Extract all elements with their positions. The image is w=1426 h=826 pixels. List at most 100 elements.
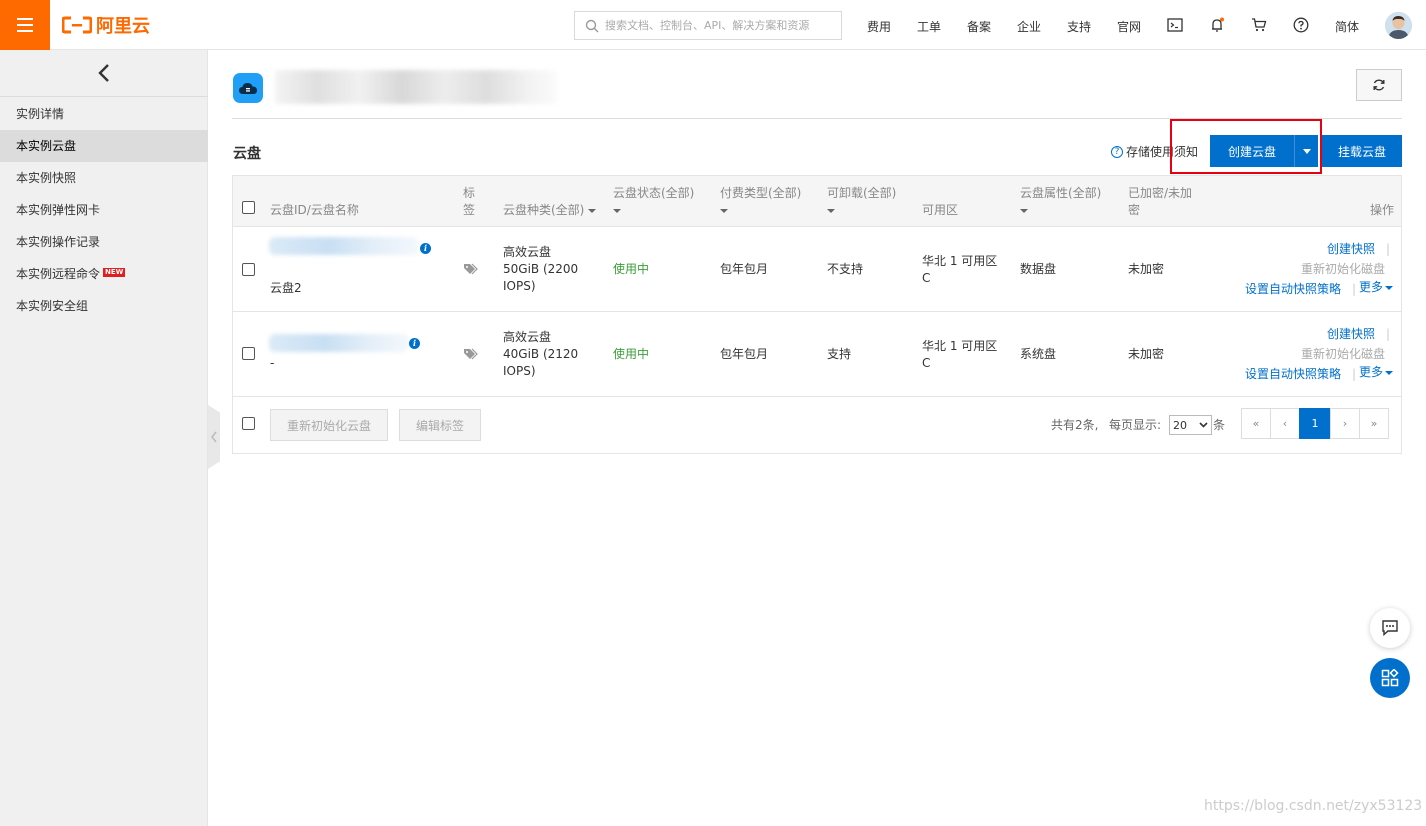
back-button[interactable] [0, 50, 208, 97]
sidebar-item-disks[interactable]: 本实例云盘 [0, 130, 208, 162]
watermark-text: https://blog.csdn.net/zyx53123 [1204, 798, 1423, 814]
question-icon: ? [1111, 145, 1123, 158]
help-icon[interactable] [1292, 16, 1310, 34]
first-page-button[interactable]: « [1241, 408, 1271, 439]
action-separator: | [1386, 327, 1391, 341]
th-disk-status[interactable]: 云盘状态(全部) [613, 185, 694, 219]
th-detachable-label: 可卸载(全部) [827, 186, 897, 200]
current-page-button[interactable]: 1 [1299, 408, 1331, 439]
disk-spec: 50GiB (2200 [503, 262, 579, 276]
chevron-left-icon [211, 431, 217, 443]
disk-id-redacted[interactable] [269, 237, 419, 255]
row-checkbox[interactable] [242, 347, 255, 360]
page-size-value: 20 [1173, 418, 1187, 432]
encryption-status: 未加密 [1128, 262, 1165, 276]
th-detachable[interactable]: 可卸载(全部) [827, 185, 896, 219]
sidebar-collapse-handle[interactable] [208, 405, 220, 469]
sidebar-item-instance-details[interactable]: 实例详情 [0, 98, 208, 130]
disk-id-redacted[interactable] [269, 334, 409, 352]
notification-bell-icon[interactable] [1208, 16, 1226, 34]
sidebar-item-operation-log[interactable]: 本实例操作记录 [0, 226, 208, 258]
nav-fees[interactable]: 费用 [867, 18, 891, 35]
nav-tickets[interactable]: 工单 [917, 18, 941, 35]
sidebar-item-label: 本实例快照 [16, 171, 77, 185]
select-all-checkbox[interactable] [242, 201, 255, 214]
sidebar-item-label: 本实例弹性网卡 [16, 203, 101, 217]
terminal-icon[interactable] [1166, 16, 1184, 34]
th-disk-type[interactable]: 云盘种类(全部) [503, 202, 597, 219]
billing-type: 包年包月 [720, 347, 769, 361]
tag-icon[interactable] [463, 263, 479, 275]
footer-select-all-checkbox[interactable] [242, 417, 255, 430]
zone-line1: 华北 1 可用区 [922, 254, 998, 268]
section-title: 云盘 [233, 146, 261, 162]
auto-snapshot-policy-link[interactable]: 设置自动快照策略 [1245, 366, 1341, 383]
page-size-select[interactable]: 20 [1169, 415, 1212, 435]
sidebar-item-label: 本实例操作记录 [16, 235, 101, 249]
chat-button[interactable] [1370, 608, 1410, 648]
create-snapshot-link[interactable]: 创建快照 [1327, 241, 1375, 258]
more-dropdown[interactable]: 更多 [1359, 279, 1394, 296]
sidebar-item-remote-command[interactable]: 本实例远程命令 NEW [0, 258, 208, 290]
refresh-button[interactable] [1356, 69, 1402, 101]
info-icon[interactable]: i [409, 338, 420, 349]
refresh-icon [1373, 79, 1385, 91]
page-size-unit: 条 [1213, 418, 1226, 432]
billing-type: 包年包月 [720, 262, 769, 276]
action-separator: | [1386, 242, 1391, 256]
sidebar-item-snapshots[interactable]: 本实例快照 [0, 162, 208, 194]
th-billing[interactable]: 付费类型(全部) [720, 185, 801, 219]
apps-button[interactable] [1370, 658, 1410, 698]
filter-caret-icon [613, 208, 621, 213]
aliyun-logo-icon [62, 16, 92, 34]
nav-support[interactable]: 支持 [1067, 18, 1091, 35]
language-switch[interactable]: 简体 [1335, 18, 1359, 35]
th-encryption: 已加密/未加密 [1128, 186, 1193, 217]
disk-status: 使用中 [613, 347, 650, 361]
last-page-button[interactable]: » [1359, 408, 1389, 439]
more-dropdown[interactable]: 更多 [1359, 364, 1394, 381]
th-disk-status-label: 云盘状态(全部) [613, 186, 695, 200]
sidebar-item-eni[interactable]: 本实例弹性网卡 [0, 194, 208, 226]
row-checkbox[interactable] [242, 263, 255, 276]
info-icon[interactable]: i [420, 243, 431, 254]
mount-disk-button[interactable]: 挂载云盘 [1322, 135, 1402, 167]
user-avatar[interactable] [1385, 12, 1412, 39]
th-disk-attr[interactable]: 云盘属性(全部) [1020, 185, 1101, 219]
sidebar-item-security-group[interactable]: 本实例安全组 [0, 290, 208, 322]
table-header: 云盘ID/云盘名称 标签 云盘种类(全部) 云盘状态(全部) 付费类型(全部) … [233, 176, 1401, 227]
nav-official-site[interactable]: 官网 [1117, 18, 1141, 35]
disk-status: 使用中 [613, 262, 650, 276]
disk-name: - [270, 356, 275, 370]
instance-cloud-icon [233, 73, 263, 103]
zone-line2: C [922, 271, 931, 285]
search-input[interactable] [605, 19, 835, 32]
disk-attribute: 系统盘 [1020, 347, 1057, 361]
nav-enterprise[interactable]: 企业 [1017, 18, 1041, 35]
filter-caret-icon [827, 208, 835, 213]
sidebar-item-label: 本实例安全组 [16, 299, 89, 313]
filter-caret-icon [588, 208, 597, 213]
auto-snapshot-policy-link[interactable]: 设置自动快照策略 [1245, 281, 1341, 298]
global-search[interactable] [574, 11, 842, 40]
instance-name-redacted [275, 70, 557, 104]
create-snapshot-link[interactable]: 创建快照 [1327, 326, 1375, 343]
tag-icon[interactable] [463, 348, 479, 360]
detachable: 不支持 [827, 262, 864, 276]
next-page-button[interactable]: › [1330, 408, 1360, 439]
disk-type-label: 高效云盘 [503, 245, 552, 259]
disk-iops: IOPS) [503, 279, 536, 293]
th-disk-id: 云盘ID/云盘名称 [270, 203, 359, 217]
menu-toggle-button[interactable] [0, 0, 50, 50]
reinit-disks-button[interactable]: 重新初始化云盘 [270, 409, 388, 441]
edit-tags-button[interactable]: 编辑标签 [399, 409, 481, 441]
encryption-status: 未加密 [1128, 347, 1165, 361]
aliyun-logo[interactable]: 阿里云 [62, 14, 150, 37]
reinit-disk-link[interactable]: 重新初始化磁盘 [1301, 346, 1385, 363]
disk-type: 高效云盘 40GiB (2120 IOPS) [503, 329, 578, 380]
cart-icon[interactable] [1250, 16, 1268, 34]
nav-icp[interactable]: 备案 [967, 18, 991, 35]
prev-page-button[interactable]: ‹ [1270, 408, 1300, 439]
reinit-disk-link[interactable]: 重新初始化磁盘 [1301, 261, 1385, 278]
th-zone: 可用区 [922, 203, 959, 217]
